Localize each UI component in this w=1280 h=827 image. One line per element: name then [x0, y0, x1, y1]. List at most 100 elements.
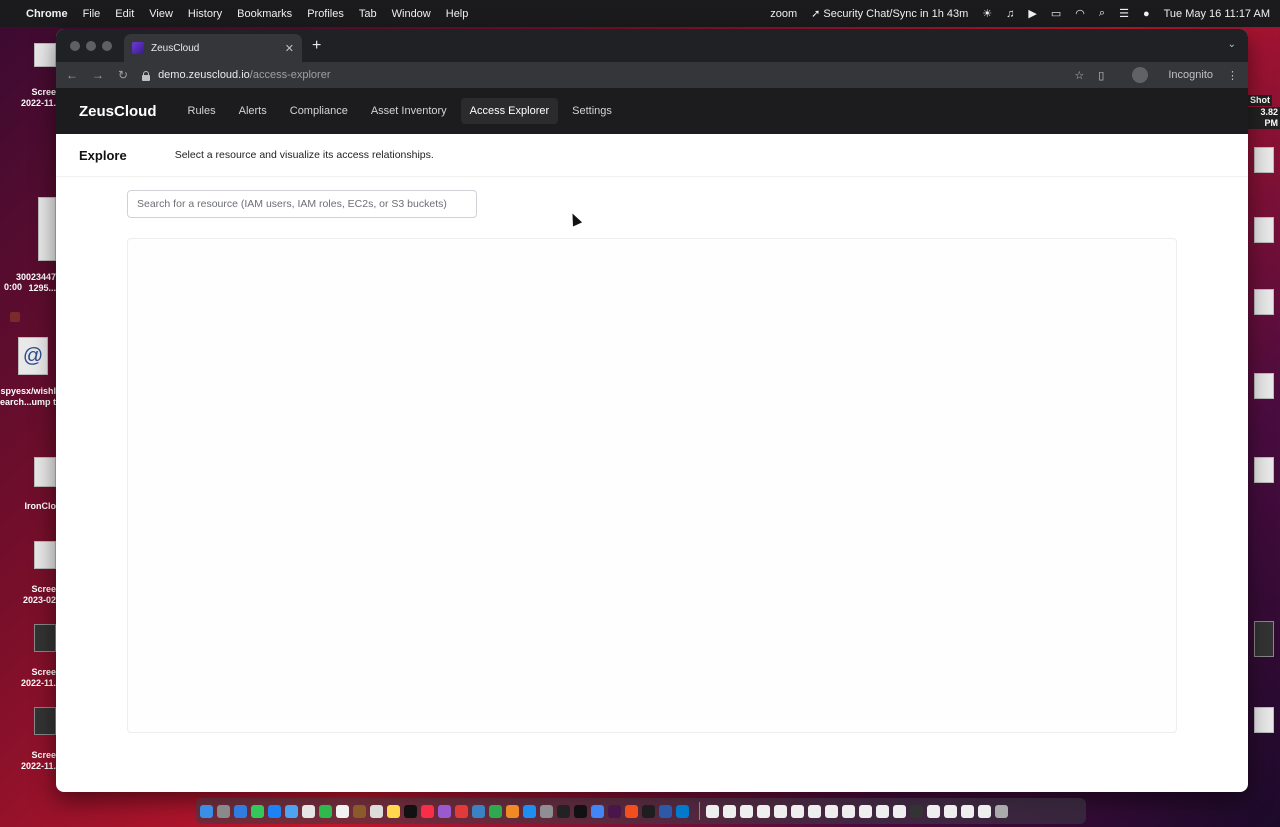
bookmark-star-icon[interactable]: ☆	[1074, 69, 1084, 82]
menu-history[interactable]: History	[188, 8, 222, 20]
new-tab-icon[interactable]: +	[312, 37, 321, 55]
close-tab-icon[interactable]: ✕	[285, 42, 294, 55]
address-bar[interactable]: demo.zeuscloud.io/access-explorer	[142, 64, 1060, 86]
menu-bookmarks[interactable]: Bookmarks	[237, 8, 292, 20]
minimized-window-icon[interactable]	[791, 804, 804, 818]
nav-rules[interactable]: Rules	[179, 98, 225, 124]
record-stop-icon[interactable]	[10, 312, 20, 322]
nav-compliance[interactable]: Compliance	[281, 98, 357, 124]
nav-settings[interactable]: Settings	[563, 98, 621, 124]
vscode-icon[interactable]	[676, 804, 689, 818]
contacts-icon[interactable]	[353, 804, 366, 818]
document-thumbnail[interactable]	[38, 197, 56, 261]
minimized-window-icon[interactable]	[961, 804, 974, 818]
news-icon[interactable]	[455, 804, 468, 818]
pages-icon[interactable]	[506, 804, 519, 818]
keynote-icon[interactable]	[472, 804, 485, 818]
minimized-window-icon[interactable]	[706, 804, 719, 818]
slack-icon[interactable]	[608, 804, 621, 818]
app-store-icon[interactable]	[523, 804, 536, 818]
reminders-icon[interactable]	[370, 804, 383, 818]
screenshot-thumbnail[interactable]	[34, 624, 56, 652]
screenshot-thumbnail[interactable]	[1254, 289, 1274, 315]
wifi-icon[interactable]: ◠	[1075, 7, 1085, 20]
minimized-window-icon[interactable]	[859, 804, 872, 818]
control-center-icon[interactable]: ☰	[1119, 7, 1129, 20]
screenshot-thumbnail[interactable]	[1254, 707, 1274, 733]
screenshot-thumbnail[interactable]	[1254, 217, 1274, 243]
minimized-window-icon[interactable]	[808, 804, 821, 818]
close-window-button[interactable]	[70, 40, 80, 51]
http-file-icon[interactable]: @	[18, 337, 48, 375]
siri-icon[interactable]: ●	[1143, 8, 1150, 20]
postman-icon[interactable]	[625, 804, 638, 818]
play-icon[interactable]: ▶	[1028, 7, 1036, 20]
numbers-icon[interactable]	[489, 804, 502, 818]
screenshot-thumbnail[interactable]	[1254, 457, 1274, 483]
minimized-window-icon[interactable]	[910, 804, 923, 818]
minimized-window-icon[interactable]	[757, 804, 770, 818]
reload-icon[interactable]: ↻	[118, 68, 128, 82]
minimized-window-icon[interactable]	[944, 804, 957, 818]
minimized-window-icon[interactable]	[723, 804, 736, 818]
messages-icon[interactable]	[251, 804, 264, 818]
brand-logo[interactable]: ZeusCloud	[79, 103, 157, 120]
system-settings-icon[interactable]	[540, 804, 553, 818]
calendar-meeting-status[interactable]: ➚ Security Chat/Sync in 1h 43m	[811, 7, 968, 20]
forward-arrow-icon[interactable]: →	[92, 68, 104, 82]
menu-help[interactable]: Help	[446, 8, 469, 20]
brightness-icon[interactable]: ☀	[982, 7, 992, 20]
maps-icon[interactable]	[285, 804, 298, 818]
battery-icon[interactable]: ▭	[1051, 7, 1061, 20]
menu-tab[interactable]: Tab	[359, 8, 377, 20]
zoom-status[interactable]: zoom	[770, 8, 797, 20]
facetime-icon[interactable]	[319, 804, 332, 818]
chrome-icon[interactable]	[591, 804, 604, 818]
trash-icon[interactable]	[995, 804, 1008, 818]
menu-edit[interactable]: Edit	[115, 8, 134, 20]
minimized-window-icon[interactable]	[893, 804, 906, 818]
mail-icon[interactable]	[268, 804, 281, 818]
minimized-window-icon[interactable]	[825, 804, 838, 818]
finder-icon[interactable]	[200, 804, 213, 818]
iterm-icon[interactable]	[642, 804, 655, 818]
minimized-window-icon[interactable]	[978, 804, 991, 818]
nav-access-explorer[interactable]: Access Explorer	[460, 98, 559, 124]
menu-view[interactable]: View	[149, 8, 173, 20]
screenshot-thumbnail[interactable]	[34, 707, 56, 735]
minimized-window-icon[interactable]	[774, 804, 787, 818]
nav-asset-inventory[interactable]: Asset Inventory	[362, 98, 456, 124]
side-panel-icon[interactable]: ▯	[1098, 69, 1104, 82]
screenshot-thumbnail[interactable]	[34, 541, 56, 569]
app-thumbnail[interactable]	[34, 457, 56, 487]
minimize-window-button[interactable]	[86, 40, 96, 51]
launchpad-icon[interactable]	[217, 804, 230, 818]
more-menu-icon[interactable]: ⋮	[1227, 69, 1238, 82]
minimized-window-icon[interactable]	[876, 804, 889, 818]
menubar-clock[interactable]: Tue May 16 11:17 AM	[1164, 8, 1270, 20]
zoom-icon[interactable]	[659, 804, 672, 818]
back-arrow-icon[interactable]: ←	[66, 68, 78, 82]
menu-profiles[interactable]: Profiles	[307, 8, 344, 20]
profile-menu[interactable]: Incognito	[1118, 67, 1213, 83]
menu-window[interactable]: Window	[392, 8, 431, 20]
apple-tv-icon[interactable]	[404, 804, 417, 818]
minimized-window-icon[interactable]	[740, 804, 753, 818]
photos-icon[interactable]	[302, 804, 315, 818]
lock-icon[interactable]	[142, 70, 151, 81]
minimized-window-icon[interactable]	[927, 804, 940, 818]
access-graph-canvas[interactable]	[127, 238, 1177, 733]
calendar-icon[interactable]	[336, 804, 349, 818]
zoom-window-button[interactable]	[102, 40, 112, 51]
airpods-icon[interactable]: ♫	[1006, 8, 1014, 20]
screenshot-thumbnail[interactable]	[34, 43, 56, 67]
tab-search-chevron-icon[interactable]: ⌄	[1228, 39, 1236, 50]
podcasts-icon[interactable]	[438, 804, 451, 818]
ide-icon[interactable]	[557, 804, 570, 818]
screenshot-thumbnail[interactable]	[1254, 621, 1274, 657]
menu-file[interactable]: File	[83, 8, 101, 20]
minimized-window-icon[interactable]	[842, 804, 855, 818]
screenshot-thumbnail[interactable]	[1254, 147, 1274, 173]
safari-icon[interactable]	[234, 804, 247, 818]
screenshot-thumbnail[interactable]	[1254, 373, 1274, 399]
